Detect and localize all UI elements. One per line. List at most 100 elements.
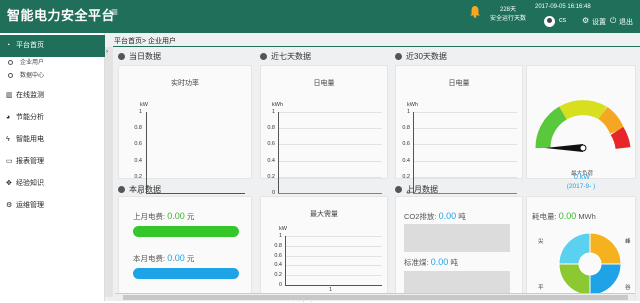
sidebar-item-home[interactable]: ◔ 平台首页 [0, 35, 105, 57]
coal-unit: 吨 [450, 258, 458, 267]
gauge [535, 100, 631, 152]
last-month-fee-bar [133, 226, 239, 237]
y-tick-label: 0.2 [267, 173, 275, 180]
grid-line [279, 128, 382, 130]
sidebar-item-monitoring[interactable]: ▥ 在线监测 [0, 85, 105, 107]
fee-label: 本月电费: [133, 254, 166, 263]
chevron-right-icon: › [106, 49, 108, 55]
safe-days-label: 安全运行天数 [489, 16, 526, 22]
grid-line [286, 245, 382, 247]
grid-line [414, 112, 517, 113]
sidebar-collapse-handle[interactable]: › [105, 47, 113, 297]
y-axis [278, 112, 279, 194]
y-tick-label: 0.8 [134, 125, 142, 132]
pie-label: 尖 [538, 239, 544, 245]
sidebar-subitem-data-center[interactable]: 数据中心 [0, 70, 105, 82]
gauge-value: 0 kW [574, 174, 590, 181]
user-name[interactable]: cs [559, 17, 566, 24]
bar-chart-icon: ▥ [6, 92, 13, 99]
coal-label: 标准煤: [404, 258, 429, 267]
sidebar-item-label: 运维管理 [16, 202, 44, 209]
pie-label: 平 [538, 285, 544, 291]
circle-icon [8, 59, 13, 65]
menu-toggle-icon[interactable]: ≡ [111, 6, 118, 18]
sidebar-item-smart-power[interactable]: ϟ 智能用电 [0, 129, 105, 151]
sidebar-item-label: 节能分析 [16, 114, 44, 121]
y-axis [285, 236, 286, 286]
y-tick-label: 0.8 [267, 125, 275, 132]
sidebar-subitem-enterprise-user[interactable]: 企业用户 [0, 57, 105, 69]
co2-value: 0.00 [438, 211, 457, 221]
chart-title: 最大需量 [310, 211, 338, 218]
gauge-orange-band [598, 106, 624, 135]
sidebar-item-label: 报表管理 [16, 158, 44, 165]
avatar[interactable] [544, 16, 555, 27]
sidebar-item-label: 在线监测 [16, 92, 44, 99]
bullet-icon [395, 186, 402, 193]
top-bar: 智能电力安全平台 ≡ 228天 安全运行天数 2017-09-05 16:16:… [0, 0, 640, 33]
pie-label: 谷 [625, 285, 631, 291]
co2-emission: CO2排放: 0.00 吨 [404, 211, 466, 222]
divider [113, 46, 640, 47]
grid-line [279, 144, 382, 146]
grid-line [414, 160, 517, 162]
section-last-month: 上月数据 [395, 184, 438, 196]
pie-slice [558, 232, 591, 265]
panel-fees: 上月电费: 0.00 元 本月电费: 0.00 元 [118, 196, 252, 301]
sidebar-item-energy[interactable]: ◕ 节能分析 [0, 107, 105, 129]
y-tick-label: 1 [278, 233, 282, 239]
horizontal-scrollbar[interactable] [115, 293, 635, 301]
fee-label: 上月电费: [133, 212, 166, 221]
grid-line [279, 160, 382, 162]
last-month-fee: 上月电费: 0.00 元 [133, 211, 194, 222]
y-tick-label: 0.4 [402, 157, 410, 164]
section-title: 近30天数据 [406, 52, 447, 61]
chart-title: 日电量 [448, 80, 470, 87]
sidebar-item-reports[interactable]: ▭ 报表管理 [0, 151, 105, 173]
y-tick-label: 0.8 [402, 125, 410, 132]
section-title: 上月数据 [406, 185, 438, 194]
grid-line [279, 176, 382, 178]
coal-bar [404, 271, 510, 295]
fee-value: 0.00 [167, 253, 185, 263]
section-today: 当日数据 [118, 51, 161, 63]
bell-icon[interactable] [469, 5, 481, 18]
gauge-green-band [535, 106, 568, 149]
panel-max-load-gauge: 最大负荷 0 kW [526, 65, 636, 181]
panel-power-consumption: 耗电量: 0.00 MWh 尖 峰 平 谷 [526, 196, 636, 301]
gear-icon: ⚙ [6, 202, 13, 209]
breadcrumb: 平台首页> 企业用户 [114, 38, 177, 45]
settings-link[interactable]: 设置 [592, 17, 606, 27]
y-tick-label: 0.6 [267, 141, 275, 148]
section-this-month: 本月数据 [118, 184, 161, 196]
panel-realtime-power: 实时功率 kW 1 0.8 0.6 0.4 0.2 0 [118, 65, 252, 196]
logout-link[interactable]: 退出 [619, 17, 633, 27]
co2-label: CO2排放: [404, 212, 437, 221]
gauge-red-band [610, 126, 631, 150]
sidebar-subitem-label: 数据中心 [20, 73, 45, 79]
y-tick-label: 0 [278, 282, 282, 288]
y-tick-label: 0.2 [134, 173, 142, 180]
y-tick-label: 0.4 [274, 262, 282, 269]
power-label: 耗电量: [532, 212, 557, 221]
pie-slice [589, 263, 622, 296]
section-30days: 近30天数据 [395, 51, 447, 63]
sidebar-item-operations[interactable]: ⚙ 运维管理 [0, 195, 105, 217]
power-unit: MWh [578, 212, 596, 221]
y-tick-label: 0.2 [274, 272, 282, 279]
panel-week-energy: 日电量 kWh 10.80.60.40.20 08-3009-0109-0309… [260, 65, 388, 203]
logout-icon[interactable]: ⏻ [610, 16, 616, 26]
panel-max-demand: 最大需量 kW 10.80.60.40.20 1 今日 (kW) [260, 196, 388, 303]
section-week: 近七天数据 [260, 51, 311, 63]
sidebar-item-knowledge[interactable]: ✥ 经验知识 [0, 173, 105, 195]
y-tick-label: 1 [271, 109, 275, 115]
chart-title: 日电量 [313, 80, 335, 87]
pie-icon: ◕ [6, 114, 11, 121]
this-month-fee: 本月电费: 0.00 元 [133, 253, 194, 264]
settings-icon[interactable]: ⚙ [582, 16, 589, 25]
fee-value: 0.00 [167, 211, 185, 221]
scrollbar-thumb[interactable] [123, 295, 628, 300]
gauge-date: (2017-9- ) [566, 183, 596, 190]
sidebar-item-label: 经验知识 [16, 180, 44, 187]
y-axis-unit: kW [140, 102, 148, 108]
